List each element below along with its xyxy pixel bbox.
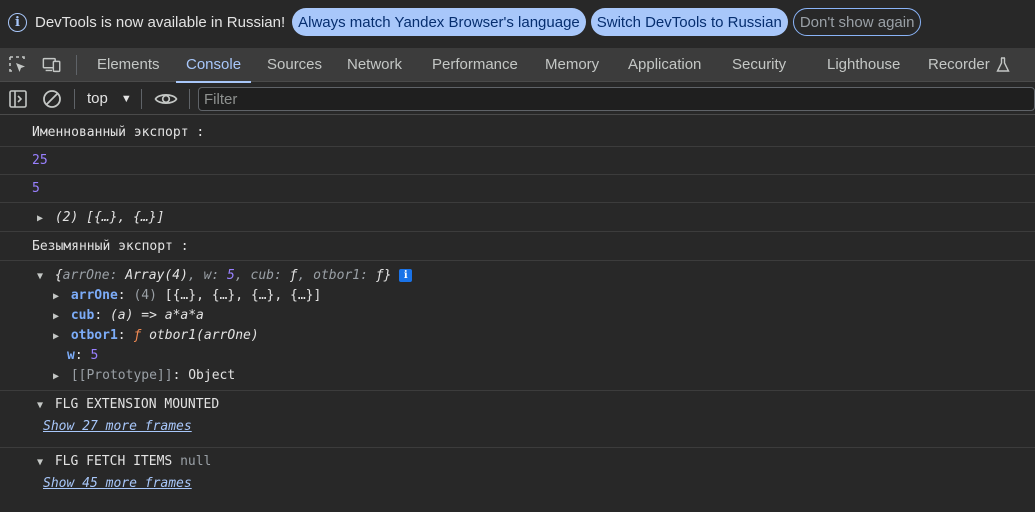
- group-label: FLG FETCH ITEMS: [54, 454, 173, 469]
- show-more-frames-link[interactable]: Show 45 more frames: [43, 476, 192, 492]
- tab-lighthouse[interactable]: Lighthouse: [827, 48, 900, 82]
- tab-security[interactable]: Security: [732, 48, 786, 82]
- infobar-message: DevTools is now available in Russian!: [35, 13, 286, 31]
- devtools-tabbar: Elements Console Sources Network Perform…: [0, 48, 1035, 83]
- console-message: ▶ (2) [{…}, {…}]: [0, 203, 1035, 232]
- tab-performance[interactable]: Performance: [432, 48, 518, 82]
- flask-icon: [996, 56, 1010, 73]
- tab-console[interactable]: Console: [175, 48, 252, 83]
- summary-key: arrOne: [62, 268, 110, 283]
- console-group: ▼ FLG FETCH ITEMS null Show 45 more fram…: [0, 448, 1035, 506]
- console-message: 5: [0, 175, 1035, 203]
- array-summary-text: (2) [{…}, {…}]: [54, 210, 165, 225]
- console-filter-input[interactable]: [198, 87, 1035, 111]
- context-selector-value: top: [87, 90, 108, 107]
- array-summary[interactable]: ▶ (2) [{…}, {…}]: [37, 210, 164, 227]
- switch-language-button[interactable]: Switch DevTools to Russian: [590, 8, 788, 36]
- toolbar-divider: [141, 89, 142, 109]
- tab-recorder[interactable]: Recorder: [928, 48, 1010, 82]
- match-language-button[interactable]: Always match Yandex Browser's language: [292, 8, 586, 36]
- console-message: Безымянный экспорт :: [0, 232, 1035, 261]
- tab-sources[interactable]: Sources: [267, 48, 322, 82]
- toolbar-divider: [76, 55, 77, 75]
- property-key: arrOne: [70, 288, 118, 303]
- function-glyph: ƒ: [133, 328, 142, 343]
- console-output: Именнованный экспорт : 25 5 ▶ (2) [{…}, …: [0, 116, 1035, 512]
- info-badge-icon[interactable]: i: [399, 269, 413, 282]
- property-key: cub: [70, 308, 95, 323]
- summary-value: Array(4): [125, 268, 188, 283]
- object-summary[interactable]: ▼ {arrOne: Array(4), w: 5, cub: ƒ, otbor…: [37, 268, 413, 285]
- summary-value: ƒ: [375, 268, 384, 283]
- property-cub[interactable]: ▶ cub: (a) => a*a*a: [53, 308, 204, 325]
- toolbar-divider: [189, 89, 190, 109]
- property-value: (a) => a*a*a: [109, 308, 204, 323]
- null-value: null: [180, 454, 212, 469]
- property-arrone[interactable]: ▶ arrOne: (4) [{…}, {…}, {…}, {…}]: [53, 288, 321, 305]
- dropdown-triangle-icon: ▼: [120, 92, 132, 105]
- tab-memory[interactable]: Memory: [545, 48, 599, 82]
- expand-triangle-icon[interactable]: ▶: [53, 369, 63, 385]
- summary-key: cub: [250, 268, 275, 283]
- tab-elements[interactable]: Elements: [97, 48, 160, 82]
- console-message: 25: [0, 147, 1035, 175]
- sidebar-toggle-icon[interactable]: [8, 89, 28, 109]
- log-text: Именнованный экспорт :: [32, 125, 205, 140]
- language-infobar: i DevTools is now available in Russian! …: [0, 0, 1035, 44]
- group-header[interactable]: ▼ FLG FETCH ITEMS null: [37, 454, 211, 471]
- tab-application[interactable]: Application: [628, 48, 701, 82]
- log-number: 5: [32, 181, 40, 196]
- context-selector[interactable]: top ▼: [87, 90, 132, 107]
- expand-triangle-icon[interactable]: ▶: [53, 329, 63, 345]
- inspect-element-icon[interactable]: [8, 55, 28, 75]
- property-value: [{…}, {…}, {…}, {…}]: [164, 288, 322, 303]
- brace: }: [383, 268, 392, 283]
- summary-value: ƒ: [289, 268, 298, 283]
- show-more-frames-link[interactable]: Show 27 more frames: [43, 419, 192, 435]
- collapse-triangle-icon[interactable]: ▼: [37, 269, 47, 285]
- property-key: otbor1: [70, 328, 118, 343]
- property-prototype[interactable]: ▶ [[Prototype]]: Object: [53, 368, 235, 385]
- summary-key: otbor1: [313, 268, 361, 283]
- group-header[interactable]: ▼ FLG EXTENSION MOUNTED: [37, 397, 219, 414]
- property-value: Object: [188, 368, 236, 383]
- toolbar-divider: [74, 89, 75, 109]
- property-otbor1[interactable]: ▶ otbor1: ƒ otbor1(arrOne): [53, 328, 259, 345]
- summary-value: 5: [227, 268, 235, 283]
- log-text: Безымянный экспорт :: [32, 239, 189, 254]
- brace: {: [54, 268, 63, 283]
- expand-triangle-icon[interactable]: ▶: [37, 211, 47, 227]
- tab-recorder-label: Recorder: [928, 56, 990, 73]
- collapse-triangle-icon[interactable]: ▼: [37, 398, 47, 414]
- log-number: 25: [32, 153, 48, 168]
- console-group: ▼ FLG EXTENSION MOUNTED Show 27 more fra…: [0, 391, 1035, 448]
- live-expression-eye-icon[interactable]: [154, 89, 178, 109]
- tab-network[interactable]: Network: [347, 48, 402, 82]
- property-value: 5: [90, 348, 99, 363]
- property-value: otbor1(arrOne): [149, 328, 259, 343]
- collapse-triangle-icon[interactable]: ▼: [37, 455, 47, 471]
- property-key: w: [67, 348, 75, 363]
- property-key: [[Prototype]]: [70, 368, 173, 383]
- console-message-object: ▼ {arrOne: Array(4), w: 5, cub: ƒ, otbor…: [0, 261, 1035, 391]
- console-toolbar: top ▼: [0, 83, 1035, 115]
- device-toolbar-icon[interactable]: [42, 55, 62, 75]
- group-label: FLG EXTENSION MOUNTED: [54, 397, 220, 412]
- property-w: w: 5: [67, 348, 99, 363]
- info-icon: i: [8, 12, 27, 32]
- array-count: (4): [133, 288, 157, 303]
- console-message: Именнованный экспорт :: [0, 116, 1035, 147]
- dont-show-again-button[interactable]: Don't show again: [792, 8, 922, 36]
- expand-triangle-icon[interactable]: ▶: [53, 289, 63, 305]
- expand-triangle-icon[interactable]: ▶: [53, 309, 63, 325]
- clear-console-icon[interactable]: [42, 89, 62, 109]
